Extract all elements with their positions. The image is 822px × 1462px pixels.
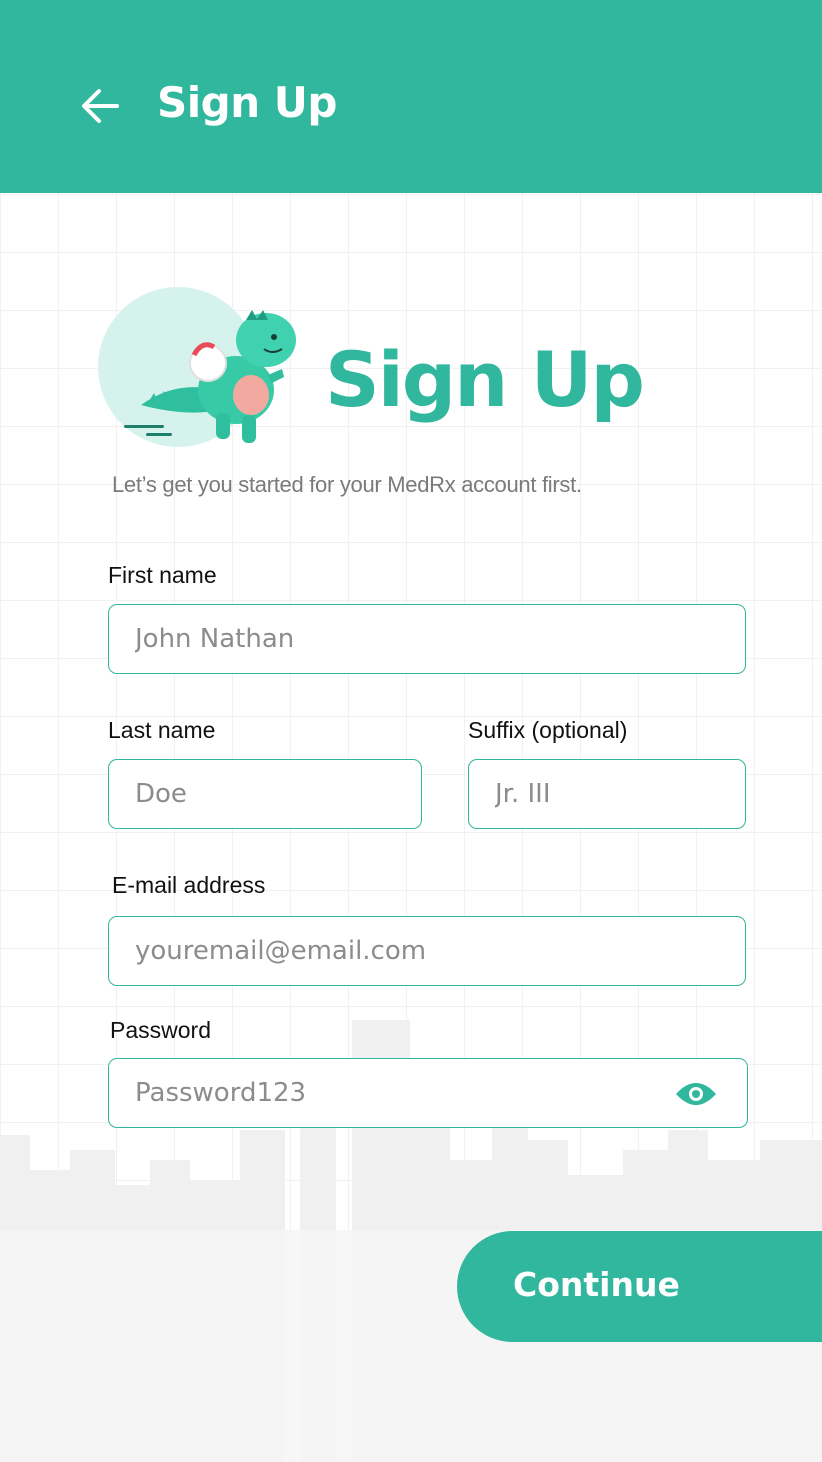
password-field-container xyxy=(108,1058,748,1128)
back-button[interactable] xyxy=(72,78,128,134)
first-name-field-container xyxy=(108,604,746,674)
subtitle: Let’s get you started for your MedRx acc… xyxy=(112,472,582,497)
signup-screen: Sign Up Sign Up Let’s get you started fo… xyxy=(0,0,822,1462)
continue-button[interactable]: Continue xyxy=(457,1231,822,1342)
dinosaur-mascot-illustration xyxy=(98,287,296,447)
first-name-label: First name xyxy=(108,562,217,588)
hero-title: Sign Up xyxy=(325,335,645,424)
email-field-container xyxy=(108,916,746,986)
suffix-input[interactable] xyxy=(469,760,745,828)
password-input[interactable] xyxy=(109,1059,747,1127)
suffix-field-container xyxy=(468,759,746,829)
last-name-label: Last name xyxy=(108,717,216,743)
email-label: E-mail address xyxy=(112,872,266,898)
show-password-toggle[interactable] xyxy=(673,1079,719,1109)
email-input[interactable] xyxy=(109,917,745,985)
first-name-input[interactable] xyxy=(109,605,745,673)
app-bar: Sign Up xyxy=(0,0,822,193)
continue-button-label: Continue xyxy=(513,1265,680,1304)
password-label: Password xyxy=(110,1017,211,1043)
arrow-left-icon xyxy=(82,89,119,123)
suffix-label: Suffix (optional) xyxy=(468,717,628,743)
eye-icon xyxy=(676,1083,716,1105)
app-bar-title: Sign Up xyxy=(157,78,337,127)
last-name-field-container xyxy=(108,759,422,829)
last-name-input[interactable] xyxy=(109,760,421,828)
